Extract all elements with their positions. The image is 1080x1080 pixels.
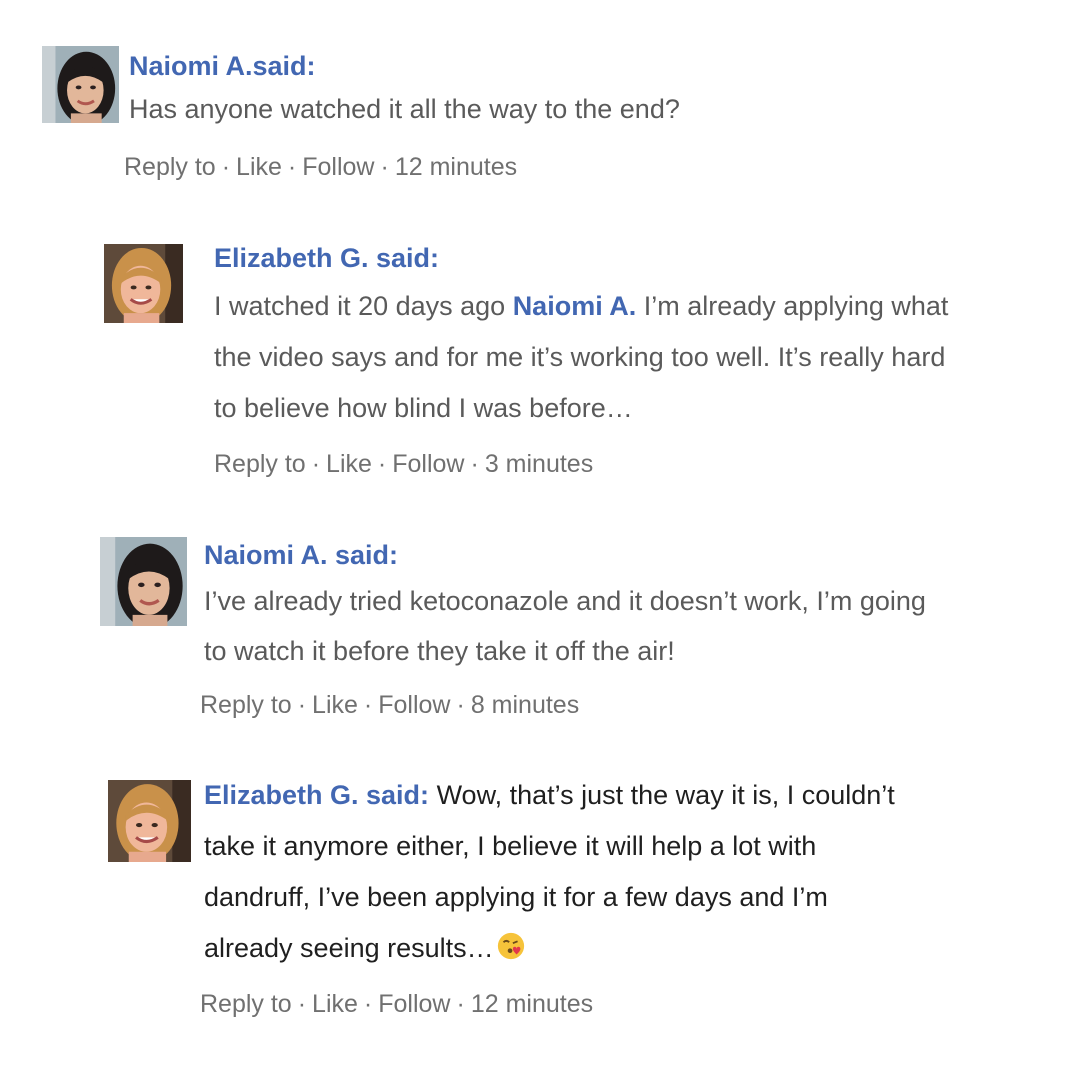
comment-actions: Reply to · Like · Follow · 12 minutes bbox=[200, 987, 593, 1021]
separator: · bbox=[287, 153, 297, 181]
comment-time: 12 minutes bbox=[470, 990, 594, 1018]
reply-link[interactable]: Reply to bbox=[200, 691, 292, 719]
comment-text: I’ve already tried ketoconazole and it d… bbox=[204, 586, 926, 666]
separator: · bbox=[221, 153, 231, 181]
comment-actions: Reply to · Like · Follow · 8 minutes bbox=[200, 688, 579, 722]
avatar-photo-naiomi bbox=[100, 537, 187, 626]
avatar-photo-naiomi bbox=[42, 46, 119, 123]
reply-link[interactable]: Reply to bbox=[200, 990, 292, 1018]
reply-link[interactable]: Reply to bbox=[124, 153, 216, 181]
avatar[interactable] bbox=[100, 537, 187, 626]
avatar[interactable] bbox=[108, 780, 191, 862]
avatar[interactable] bbox=[104, 244, 183, 323]
separator: · bbox=[311, 450, 321, 478]
avatar[interactable] bbox=[42, 46, 119, 123]
separator: · bbox=[363, 691, 373, 719]
separator: · bbox=[456, 691, 465, 719]
comment-text: Has anyone watched it all the way to the… bbox=[129, 94, 680, 124]
follow-link[interactable]: Follow bbox=[378, 990, 450, 1018]
like-link[interactable]: Like bbox=[236, 153, 282, 181]
comment-text: I watched it 20 days ago Naiomi A. I’m a… bbox=[214, 281, 954, 434]
separator: · bbox=[380, 153, 389, 181]
avatar-photo-elizabeth bbox=[104, 244, 183, 323]
separator: · bbox=[377, 450, 387, 478]
comment-actions: Reply to · Like · Follow · 3 minutes bbox=[214, 447, 593, 481]
separator: · bbox=[297, 691, 307, 719]
comment-author[interactable]: Naiomi A. said: bbox=[204, 535, 934, 575]
comment-time: 8 minutes bbox=[470, 691, 580, 719]
separator: · bbox=[470, 450, 479, 478]
comment-time: 12 minutes bbox=[394, 153, 518, 181]
comment-author[interactable]: Elizabeth G. said: bbox=[214, 238, 954, 278]
comment-time: 3 minutes bbox=[484, 450, 594, 478]
like-link[interactable]: Like bbox=[326, 450, 372, 478]
comment-author[interactable]: Naiomi A.said: bbox=[129, 46, 1029, 86]
face-blowing-kiss-icon bbox=[496, 927, 526, 960]
comment-actions: Reply to · Like · Follow · 12 minutes bbox=[124, 150, 517, 184]
follow-link[interactable]: Follow bbox=[378, 691, 450, 719]
like-link[interactable]: Like bbox=[312, 691, 358, 719]
separator: · bbox=[297, 990, 307, 1018]
separator: · bbox=[456, 990, 465, 1018]
separator: · bbox=[363, 990, 373, 1018]
comment-text-part: I watched it 20 days ago bbox=[214, 291, 513, 321]
reply-link[interactable]: Reply to bbox=[214, 450, 306, 478]
like-link[interactable]: Like bbox=[312, 990, 358, 1018]
follow-link[interactable]: Follow bbox=[302, 153, 374, 181]
avatar-photo-elizabeth bbox=[108, 780, 191, 862]
follow-link[interactable]: Follow bbox=[392, 450, 464, 478]
comment-text: Elizabeth G. said: Wow, that’s just the … bbox=[204, 770, 904, 974]
mention-link[interactable]: Naiomi A. bbox=[513, 291, 637, 321]
comment-author[interactable]: Elizabeth G. said: bbox=[204, 780, 429, 810]
